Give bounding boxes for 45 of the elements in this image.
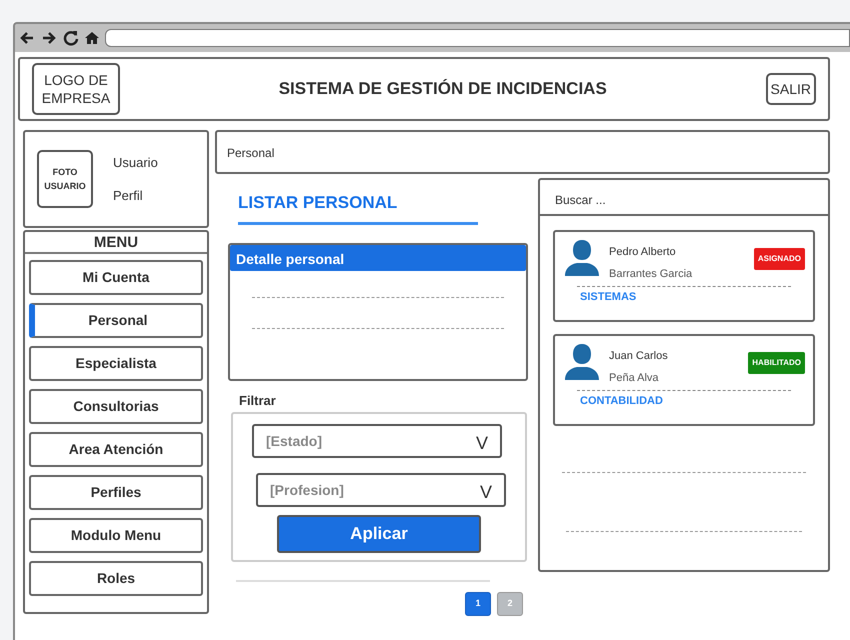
search-field[interactable]: Buscar ... (540, 180, 828, 216)
status-badge: HABILITADO (748, 352, 805, 374)
user-name: Usuario (113, 154, 158, 172)
person-icon (563, 238, 601, 276)
back-icon[interactable] (19, 30, 35, 46)
forward-icon[interactable] (41, 30, 57, 46)
menu-item[interactable]: Mi Cuenta (29, 260, 203, 295)
logout-button[interactable]: SALIR (766, 73, 816, 105)
dropdown[interactable]: [Estado] V (252, 424, 502, 458)
home-icon[interactable] (85, 31, 99, 45)
user-profile: Perfil (113, 187, 144, 205)
page-button[interactable]: 1 (465, 592, 491, 616)
menu-item[interactable]: Perfiles (29, 475, 203, 510)
menu-item[interactable]: Especialista (29, 346, 203, 381)
address-field[interactable] (105, 29, 850, 47)
app-title: SISTEMA DE GESTIÓN DE INCIDENCIAS (278, 78, 608, 100)
menu-item[interactable]: Modulo Menu (29, 518, 203, 553)
person-last-name: Barrantes Garcia (609, 266, 694, 282)
section-title: LISTAR PERSONAL (238, 190, 478, 224)
person-card[interactable]: Pedro Alberto Barrantes Garcia ASIGNADO SISTEMAS (553, 230, 815, 322)
caret-icon: V (476, 430, 488, 456)
breadcrumb: Personal (215, 130, 830, 174)
menu-item[interactable]: Area Atención (29, 432, 203, 467)
dropdown[interactable]: [Profesion] V (256, 473, 506, 507)
person-first-name: Pedro Alberto (609, 245, 677, 260)
menu-item[interactable]: Roles (29, 561, 203, 596)
person-first-name: Juan Carlos (609, 349, 669, 364)
menu-title: MENU (25, 232, 207, 254)
menu-item[interactable]: Consultorias (29, 389, 203, 424)
filter-label: Filtrar (239, 392, 277, 410)
person-area: SISTEMAS (580, 289, 805, 306)
photo-label: FOTO USUARIO (43, 166, 87, 193)
dropdown-placeholder: [Profesion] (270, 480, 344, 500)
person-last-name: Peña Alva (609, 370, 660, 386)
person-card[interactable]: Juan Carlos Peña Alva HABILITADO CONTABILIDAD (553, 334, 815, 426)
dropdown-placeholder: [Estado] (266, 432, 322, 451)
person-area: CONTABILIDAD (580, 393, 805, 410)
reload-icon[interactable] (63, 30, 79, 46)
menu-item[interactable]: Personal (29, 303, 203, 338)
panel-title: Detalle personal (230, 244, 526, 270)
apply-button[interactable]: Aplicar (277, 515, 481, 553)
caret-icon: V (480, 478, 492, 506)
person-icon (563, 342, 601, 380)
logo-text: LOGO DE EMPRESA (40, 71, 112, 107)
status-badge: ASIGNADO (754, 248, 805, 270)
